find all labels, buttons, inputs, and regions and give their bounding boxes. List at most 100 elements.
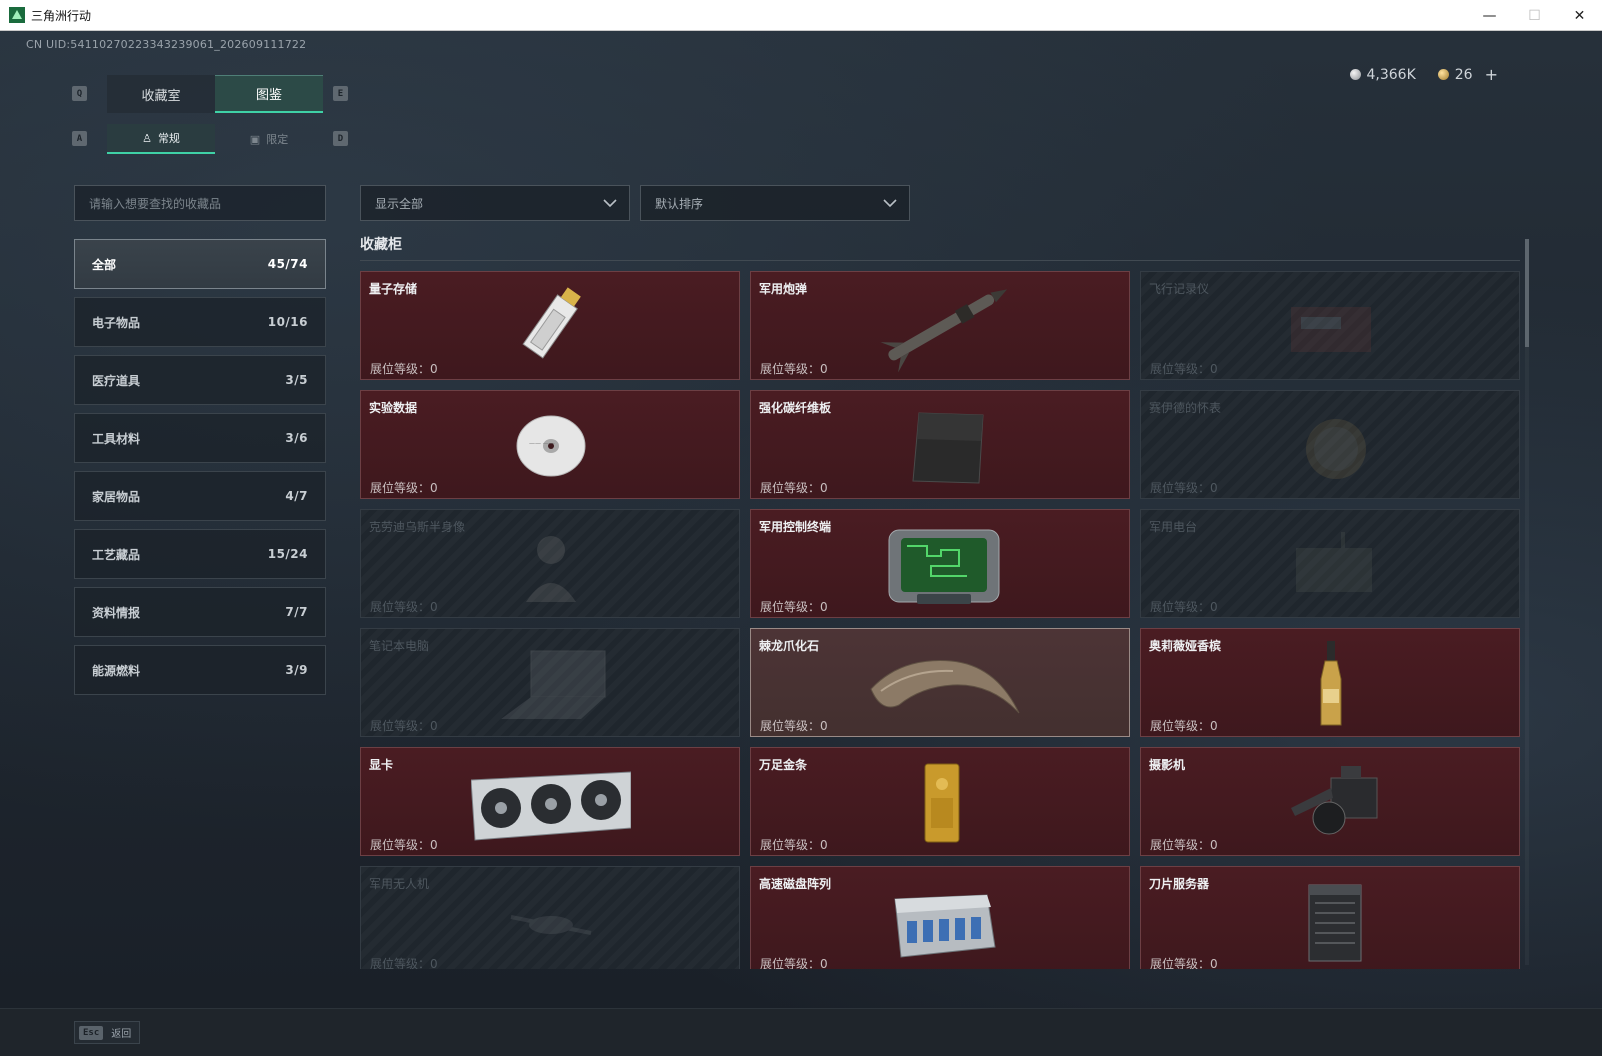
item-name: 实验数据: [369, 401, 418, 415]
scrollbar-thumb[interactable]: [1525, 239, 1529, 347]
key-hint-q: Q: [72, 86, 87, 101]
item-card[interactable]: 刀片服务器 展位等级：0: [1140, 866, 1520, 969]
item-level: 展位等级：0: [370, 600, 438, 614]
category-label: 资料情报: [92, 605, 141, 620]
item-name: 克劳迪乌斯半身像: [369, 520, 466, 534]
item-card[interactable]: 飞行记录仪 展位等级：0: [1140, 271, 1520, 380]
category-crafts[interactable]: 工艺藏品 15/24: [74, 529, 326, 579]
item-level: 展位等级：0: [760, 957, 828, 969]
item-name: 赛伊德的怀表: [1149, 401, 1222, 415]
footer-bar: Esc 返回: [0, 1008, 1602, 1056]
tab-regular-label: 常规: [157, 132, 180, 145]
category-label: 电子物品: [92, 315, 141, 330]
item-level: 展位等级：0: [760, 719, 828, 733]
tab-regular[interactable]: ♙ 常规: [107, 124, 215, 154]
tab-catalog[interactable]: 图鉴: [215, 75, 323, 113]
category-all[interactable]: 全部 45/74: [74, 239, 326, 289]
back-label: 返回: [111, 1029, 132, 1040]
category-count: 15/24: [267, 547, 308, 561]
sort-dropdown[interactable]: 默认排序: [640, 185, 910, 221]
sort-value: 默认排序: [655, 196, 704, 211]
figure-icon: ♙: [142, 131, 152, 145]
tab-limited-label: 限定: [266, 133, 289, 146]
item-card[interactable]: 摄影机 展位等级：0: [1140, 747, 1520, 856]
category-electronics[interactable]: 电子物品 10/16: [74, 297, 326, 347]
tab-limited[interactable]: ▣ 限定: [215, 124, 323, 154]
item-level: 展位等级：0: [1150, 362, 1218, 376]
item-level: 展位等级：0: [760, 600, 828, 614]
close-button[interactable]: ✕: [1557, 0, 1602, 31]
category-label: 能源燃料: [92, 663, 141, 678]
camera-icon: [1291, 766, 1378, 835]
back-button[interactable]: Esc 返回: [74, 1021, 141, 1044]
item-level: 展位等级：0: [370, 838, 438, 852]
carbon-plate-icon: [912, 412, 984, 484]
tab-collection-room[interactable]: 收藏室: [107, 75, 215, 113]
category-label: 全部: [92, 257, 117, 272]
disk-array-icon: [894, 894, 996, 958]
control-terminal-icon: [888, 529, 1000, 604]
display-filter-dropdown[interactable]: 显示全部: [360, 185, 630, 221]
chevron-down-icon: [603, 199, 617, 208]
category-energy[interactable]: 能源燃料 3/9: [74, 645, 326, 695]
item-card[interactable]: 军用无人机 展位等级：0: [360, 866, 740, 969]
scrollbar-track[interactable]: [1525, 239, 1529, 965]
item-card[interactable]: 实验数据 —— —— 展位等级：0: [360, 390, 740, 499]
display-filter-value: 显示全部: [375, 196, 424, 211]
claw-fossil-icon: [870, 660, 1020, 714]
laptop-icon: [501, 650, 606, 719]
category-count: 3/5: [285, 373, 308, 387]
item-card[interactable]: 万足金条 展位等级：0: [750, 747, 1130, 856]
item-name: 棘龙爪化石: [759, 639, 820, 653]
item-card[interactable]: 克劳迪乌斯半身像 展位等级：0: [360, 509, 740, 618]
item-card[interactable]: 赛伊德的怀表 展位等级：0: [1140, 390, 1520, 499]
item-level: 展位等级：0: [1150, 600, 1218, 614]
item-card[interactable]: 棘龙爪化石 展位等级：0: [750, 628, 1130, 737]
add-currency-button[interactable]: +: [1485, 65, 1498, 84]
esc-key-hint: Esc: [79, 1025, 104, 1040]
item-card[interactable]: 高速磁盘阵列 展位等级：0: [750, 866, 1130, 969]
maximize-button[interactable]: ☐: [1512, 0, 1557, 31]
collection-screen: CN UID:54110270223343239061_202609111722…: [0, 31, 1602, 1008]
category-count: 45/74: [267, 257, 308, 271]
category-tools[interactable]: 工具材料 3/6: [74, 413, 326, 463]
category-label: 工艺藏品: [92, 547, 141, 562]
item-card[interactable]: 军用电台 展位等级：0: [1140, 509, 1520, 618]
category-count: 4/7: [285, 489, 308, 503]
item-card[interactable]: 军用控制终端 展位等级：0: [750, 509, 1130, 618]
window-controls: — ☐ ✕: [1467, 0, 1602, 31]
item-name: 刀片服务器: [1149, 877, 1210, 891]
item-name: 军用炮弹: [759, 282, 808, 296]
category-household[interactable]: 家居物品 4/7: [74, 471, 326, 521]
silver-coin-icon: [1349, 69, 1361, 80]
window-title: 三角洲行动: [31, 8, 92, 23]
item-card[interactable]: 量子存储 展位等级：0: [360, 271, 740, 380]
graphics-card-icon: [471, 771, 631, 841]
item-name: 军用电台: [1149, 520, 1198, 534]
app-logo-icon: [9, 7, 25, 23]
category-count: 10/16: [267, 315, 308, 329]
gold-currency: 26 +: [1437, 65, 1498, 84]
item-card[interactable]: 笔记本电脑 展位等级：0: [360, 628, 740, 737]
key-hint-e: E: [333, 86, 348, 101]
item-name: 显卡: [369, 758, 394, 772]
minimize-button[interactable]: —: [1467, 0, 1512, 31]
category-medical[interactable]: 医疗道具 3/5: [74, 355, 326, 405]
divider: [360, 260, 1520, 261]
card-icon: ▣: [249, 132, 261, 146]
item-name: 量子存储: [369, 282, 418, 296]
item-level: 展位等级：0: [760, 481, 828, 495]
search-input[interactable]: 请输入想要查找的收藏品: [74, 185, 326, 221]
item-name: 奥莉薇娅香槟: [1149, 639, 1222, 653]
key-hint-d: D: [333, 131, 348, 146]
item-card[interactable]: 奥莉薇娅香槟 展位等级：0: [1140, 628, 1520, 737]
item-card[interactable]: 显卡 展位等级：0: [360, 747, 740, 856]
item-card[interactable]: 强化碳纤维板 展位等级：0: [750, 390, 1130, 499]
item-name: 摄影机: [1149, 758, 1186, 772]
item-name: 笔记本电脑: [369, 639, 430, 653]
item-level: 展位等级：0: [1150, 481, 1218, 495]
key-hint-a: A: [72, 131, 87, 146]
category-intel[interactable]: 资料情报 7/7: [74, 587, 326, 637]
item-level: 展位等级：0: [370, 362, 438, 376]
item-card[interactable]: 军用炮弹 展位等级：0: [750, 271, 1130, 380]
